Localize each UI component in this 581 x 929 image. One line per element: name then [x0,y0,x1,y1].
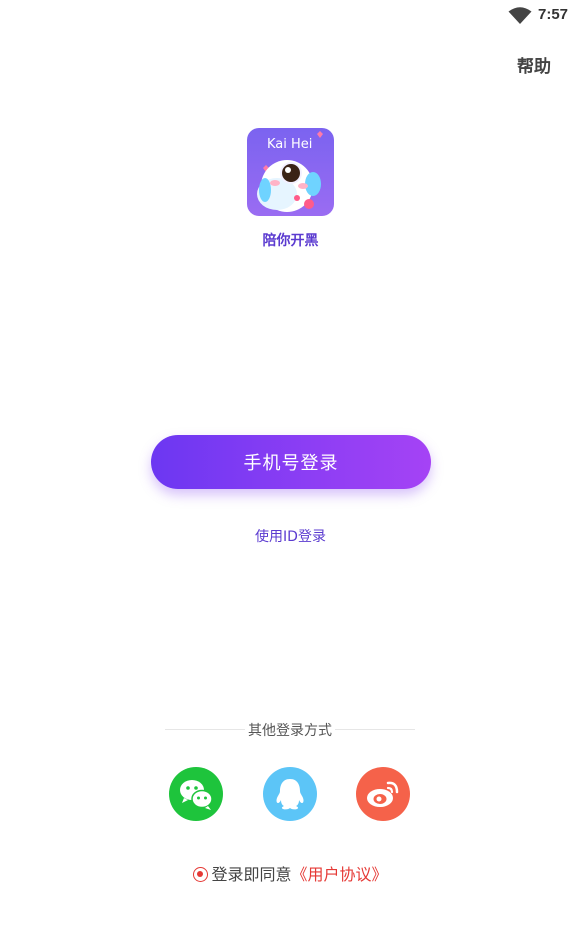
other-login-label: 其他登录方式 [248,723,332,739]
agreement-row: 登录即同意《用户协议》 [0,861,581,885]
agreement-prefix: 登录即同意 [211,865,292,884]
id-login-link[interactable]: 使用ID登录 [0,526,581,546]
qq-login-button[interactable] [263,767,317,821]
wechat-login-button[interactable] [169,767,223,821]
status-bar: 7:57 [0,0,581,30]
user-agreement-link[interactable]: 《用户协议》 [292,865,388,884]
wechat-icon [180,780,213,810]
logo-text: Kai Hei [267,137,312,152]
weibo-icon [367,781,399,807]
weibo-login-button[interactable] [356,767,410,821]
app-logo: Kai Hei [247,128,334,216]
agree-radio[interactable] [193,867,209,882]
qq-icon [276,779,304,810]
other-login-divider: 其他登录方式 [165,720,415,740]
mascot-logo-icon: Kai Hei [247,128,334,216]
status-time: 7:57 [538,6,569,23]
app-name: 陪你开黑 [262,233,319,249]
phone-login-label: 手机号登录 [243,453,339,474]
wifi-icon [508,7,532,24]
phone-login-button[interactable]: 手机号登录 [151,435,431,489]
help-button[interactable]: 帮助 [517,52,551,77]
